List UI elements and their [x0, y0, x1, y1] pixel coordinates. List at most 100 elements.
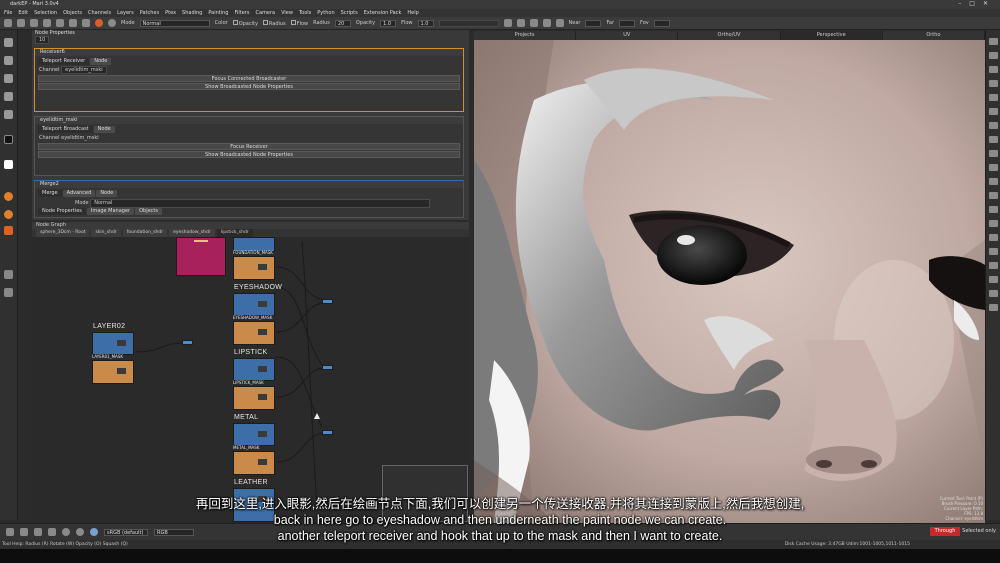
menu-selection[interactable]: Selection [34, 9, 57, 17]
shelf-icon-20[interactable] [989, 304, 998, 311]
merge-node-metal[interactable] [322, 430, 333, 435]
tab-teleport-broadcast[interactable]: Teleport Broadcast [38, 126, 93, 133]
smudge-tool-icon[interactable] [4, 110, 13, 119]
menu-edit[interactable]: Edit [18, 9, 28, 17]
tab-advanced[interactable]: Advanced [62, 190, 96, 197]
merge-node-lipstick[interactable] [322, 365, 333, 370]
shelf-icon-17[interactable] [989, 262, 998, 269]
menu-tools[interactable]: Tools [299, 9, 311, 17]
shelf-icon-8[interactable] [989, 136, 998, 143]
tab-foundation-shdr[interactable]: foundation_shdr [122, 229, 168, 237]
menu-layers[interactable]: Layers [117, 9, 134, 17]
menu-file[interactable]: File [4, 9, 12, 17]
shelf-icon-13[interactable] [989, 206, 998, 213]
shelf-icon-9[interactable] [989, 150, 998, 157]
shelf-icon-1[interactable] [989, 38, 998, 45]
channel-select[interactable]: eyelidtim_mski [61, 66, 107, 74]
count-field[interactable]: 10 [35, 36, 50, 44]
tab-node[interactable]: Node [93, 126, 115, 133]
view-icon-2[interactable] [516, 19, 525, 27]
shelf-icon-16[interactable] [989, 248, 998, 255]
view-icon-1[interactable] [503, 19, 512, 27]
merge-node-layer[interactable] [182, 340, 193, 345]
background-color-swatch[interactable] [4, 160, 13, 169]
shelf-icon-19[interactable] [989, 290, 998, 297]
menu-view[interactable]: View [281, 9, 293, 17]
show-broadcasted-properties-button-2[interactable]: Show Broadcasted Node Properties [38, 151, 460, 158]
record-icon[interactable] [95, 19, 103, 27]
shelf-icon-6[interactable] [989, 108, 998, 115]
sphere-tool-icon-2[interactable] [4, 210, 13, 219]
lipstick-mask-node[interactable] [233, 386, 275, 410]
grid-tool-icon[interactable] [4, 270, 13, 279]
undo-icon[interactable] [4, 19, 12, 27]
menu-painting[interactable]: Painting [208, 9, 228, 17]
mode-select[interactable]: Normal [139, 19, 210, 27]
focus-connected-broadcaster-button[interactable]: Focus Connected Broadcaster [38, 75, 460, 82]
tab-skin-shdr[interactable]: skin_shdr [91, 229, 121, 237]
menu-channels[interactable]: Channels [88, 9, 111, 17]
show-broadcasted-properties-button[interactable]: Show Broadcasted Node Properties [38, 83, 460, 90]
eyeshadow-node[interactable] [233, 293, 275, 316]
menu-scripts[interactable]: Scripts [341, 9, 358, 17]
focus-receiver-button[interactable]: Focus Receiver [38, 143, 460, 150]
tab-node-properties[interactable]: Node Properties [38, 208, 86, 215]
near-input[interactable] [585, 19, 602, 27]
node-graph-canvas[interactable]: FOUNDATION_MASK EYESHADOW EYESHADOW_MASK… [32, 237, 469, 522]
menu-shading[interactable]: Shading [182, 9, 202, 17]
eyeshadow-mask-node[interactable] [233, 321, 275, 345]
minimize-icon[interactable]: – [958, 0, 969, 7]
shelf-icon-12[interactable] [989, 192, 998, 199]
shelf-icon-2[interactable] [989, 52, 998, 59]
menu-camera[interactable]: Camera [255, 9, 275, 17]
tab-perspective[interactable]: Perspective [780, 31, 883, 40]
radius-input[interactable]: 20 [334, 19, 351, 27]
merge-node-eyeshadow[interactable] [322, 299, 333, 304]
settings-icon[interactable] [82, 19, 90, 27]
flow-checkbox[interactable] [290, 19, 296, 25]
tab-lipstick-shdr[interactable]: lipstick_shdr [216, 229, 253, 237]
window-controls[interactable]: –□✕ [958, 0, 996, 7]
tab-eyeshadow-shdr[interactable]: eyeshadow_shdr [169, 229, 215, 237]
far-input[interactable] [619, 19, 636, 27]
tab-root[interactable]: sphere_3Dcm - Root [36, 229, 90, 237]
tab-uv[interactable]: UV [576, 31, 679, 40]
circle-icon[interactable] [108, 19, 116, 27]
menu-ptex[interactable]: Ptex [165, 9, 176, 17]
view-icon-4[interactable] [542, 19, 551, 27]
radius-checkbox[interactable] [262, 19, 268, 25]
shelf-icon-7[interactable] [989, 122, 998, 129]
menu-extension-pack[interactable]: Extension Pack [364, 9, 402, 17]
tab-projects[interactable]: Projects [474, 31, 577, 40]
tab-node[interactable]: Node [96, 190, 118, 197]
maximize-icon[interactable]: □ [969, 0, 983, 7]
link-icon[interactable] [69, 19, 77, 27]
shelf-icon-4[interactable] [989, 80, 998, 87]
opacity-checkbox[interactable] [232, 19, 238, 25]
node-icon[interactable] [56, 19, 64, 27]
shelf-icon-14[interactable] [989, 220, 998, 227]
opacity-input[interactable]: 1.0 [380, 19, 397, 27]
foundation-mask-node[interactable] [233, 256, 275, 280]
foreground-color-swatch[interactable] [4, 135, 13, 144]
metal-mask-node[interactable] [233, 451, 275, 475]
menu-help[interactable]: Help [407, 9, 418, 17]
close-icon[interactable]: ✕ [983, 0, 996, 7]
shelf-icon-18[interactable] [989, 276, 998, 283]
shelf-icon-15[interactable] [989, 234, 998, 241]
tab-merge[interactable]: Merge [38, 190, 62, 197]
tab-teleport-receiver[interactable]: Teleport Receiver [38, 58, 90, 65]
color-node[interactable] [176, 237, 226, 276]
fov-input[interactable] [653, 19, 670, 27]
eraser-tool-icon[interactable] [4, 74, 13, 83]
brush-icon[interactable] [30, 19, 38, 27]
menu-patches[interactable]: Patches [140, 9, 159, 17]
lipstick-node[interactable] [233, 358, 275, 381]
select-tool-icon[interactable] [4, 38, 13, 47]
redo-icon[interactable] [17, 19, 25, 27]
menu-python[interactable]: Python [317, 9, 334, 17]
sphere-tool-icon[interactable] [4, 192, 13, 201]
paint-tool-icon[interactable] [4, 56, 13, 65]
merge-mode-select[interactable]: Normal [90, 199, 431, 208]
tab-objects[interactable]: Objects [135, 208, 162, 215]
